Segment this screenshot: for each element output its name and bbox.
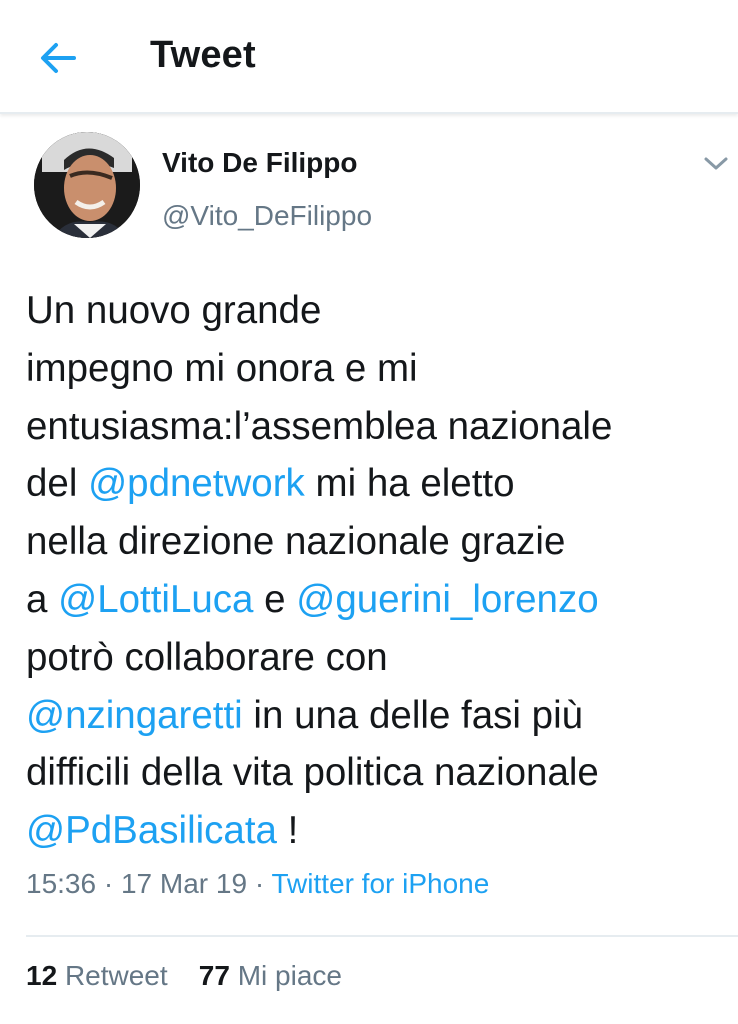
tweet-text-line: difficili della vita politica nazionale [26,744,726,802]
tweet-text-line: potrò collaborare con [26,629,726,687]
tweet-text-line: nella direzione nazionale grazie [26,513,726,571]
page-title: Tweet [150,34,256,76]
author-handle[interactable]: @Vito_DeFilippo [162,200,372,232]
tweet-text-segment: difficili della vita politica nazionale [26,751,599,795]
tweet-text-segment: nella direzione nazionale grazie [26,520,566,564]
like-count: 77 [198,960,230,991]
avatar[interactable] [34,132,140,238]
tweet-text: Un nuovo grande impegno mi onora e mi entu… [26,282,726,860]
likes-stat[interactable]: 77 Mi piace [199,960,342,991]
divider [26,935,738,937]
retweet-count: 12 [26,960,58,991]
meta-separator: · [96,868,121,899]
tweet-text-line: del @pdnetwork mi ha eletto [26,455,726,513]
mention-link[interactable]: @nzingaretti [26,694,243,737]
tweet-menu-button[interactable] [700,150,732,176]
tweet-text-line: @nzingaretti in una delle fasi più [26,687,726,745]
tweet-text-line: entusiasma:l’assemblea nazionale [26,398,726,456]
mention-link[interactable]: @LottiLuca [58,578,253,621]
tweet-text-segment: impegno mi onora e mi [26,346,418,390]
mention-link[interactable]: @guerini_lorenzo [296,578,598,621]
meta-separator: · [247,868,272,899]
tweet-text-segment: in una delle fasi più [242,693,584,737]
retweet-label: Retweet [64,960,168,991]
tweet-text-line: Un nuovo grande [26,282,726,340]
like-label: Mi piace [237,960,342,991]
tweet-text-line: @PdBasilicata ! [26,802,726,860]
arrow-left-icon [41,43,76,73]
tweet-text-segment: a [26,577,59,621]
mention-link[interactable]: @PdBasilicata [26,809,277,852]
back-button[interactable] [34,36,82,80]
tweet-text-segment: e [253,577,297,621]
tweet-text-segment: Un nuovo grande [26,289,322,332]
tweet-time: 15:36 [26,868,97,899]
tweet-text-line: impegno mi onora e mi [26,340,726,398]
tweet-text-segment: del [26,462,89,506]
tweet-source-link[interactable]: Twitter for iPhone [271,868,489,899]
mention-link[interactable]: @pdnetwork [88,462,305,505]
engagement-stats: 12 Retweet 77 Mi piace [26,960,342,992]
tweet-meta: 15:36 · 17 Mar 19 · Twitter for iPhone [26,868,489,900]
tweet-date: 17 Mar 19 [120,868,248,899]
chevron-down-icon [704,157,728,170]
tweet-text-line: a @LottiLuca e @guerini_lorenzo [26,571,726,629]
tweet-text-segment: entusiasma:l’assemblea nazionale [26,404,613,448]
retweets-stat[interactable]: 12 Retweet [26,960,168,991]
top-bar: Tweet [0,0,738,114]
author-name[interactable]: Vito De Filippo [162,147,357,179]
tweet-text-segment: potrò collaborare con [26,635,388,679]
tweet-text-segment: ! [276,809,299,853]
tweet-text-segment: mi ha eletto [304,462,515,506]
